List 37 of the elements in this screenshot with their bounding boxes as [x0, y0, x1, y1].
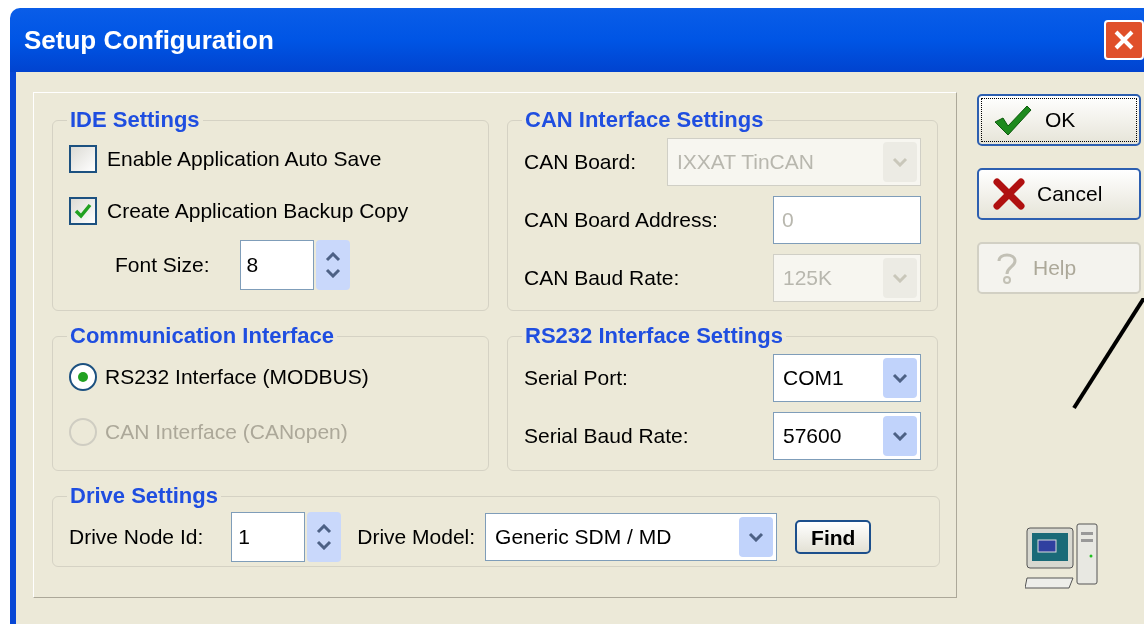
close-button[interactable]	[1104, 20, 1144, 60]
radio-button[interactable]	[69, 362, 97, 391]
x-icon	[993, 178, 1025, 210]
group-title: CAN Interface Settings	[524, 107, 765, 133]
check-icon	[993, 104, 1033, 136]
ok-button[interactable]: OK	[977, 94, 1141, 146]
dropdown[interactable]: COM1	[773, 354, 921, 402]
check-icon	[74, 203, 92, 219]
field-label: Drive Model:	[357, 524, 476, 551]
group-title: RS232 Interface Settings	[524, 323, 784, 349]
checkbox-label: Create Application Backup Copy	[107, 198, 409, 225]
dropdown[interactable]: Generic SDM / MD	[485, 513, 778, 561]
group-title: IDE Settings	[69, 107, 201, 133]
field-label: CAN Board:	[524, 149, 637, 176]
checkbox[interactable]	[69, 197, 97, 225]
spin-buttons[interactable]	[315, 240, 350, 290]
group-title: Communication Interface	[69, 323, 336, 349]
field-label: CAN Board Address:	[524, 207, 718, 234]
field-label: Drive Node Id:	[69, 524, 204, 551]
field-label: CAN Baud Rate:	[524, 265, 680, 292]
cancel-button[interactable]: Cancel	[977, 168, 1141, 220]
window-title: Setup Configuration	[24, 23, 275, 57]
group-title: Drive Settings	[69, 483, 219, 509]
checkbox-label: Enable Application Auto Save	[107, 146, 382, 173]
close-icon	[1113, 29, 1135, 51]
spin-buttons[interactable]	[307, 512, 342, 562]
field-label: Serial Baud Rate:	[524, 423, 689, 450]
computer-icon	[1025, 522, 1099, 592]
node-id-field[interactable]: 1	[231, 512, 306, 562]
dropdown[interactable]: 57600	[773, 412, 921, 460]
find-button[interactable]: Find	[795, 520, 872, 554]
radio-label: RS232 Interface (MODBUS)	[105, 363, 369, 390]
checkbox[interactable]	[69, 145, 97, 173]
field-label: Serial Port:	[524, 365, 628, 392]
field-label: Font Size:	[115, 252, 210, 279]
radio-label: CAN Interface (CANopen)	[105, 418, 348, 445]
font-size-field[interactable]: 8	[239, 240, 314, 290]
